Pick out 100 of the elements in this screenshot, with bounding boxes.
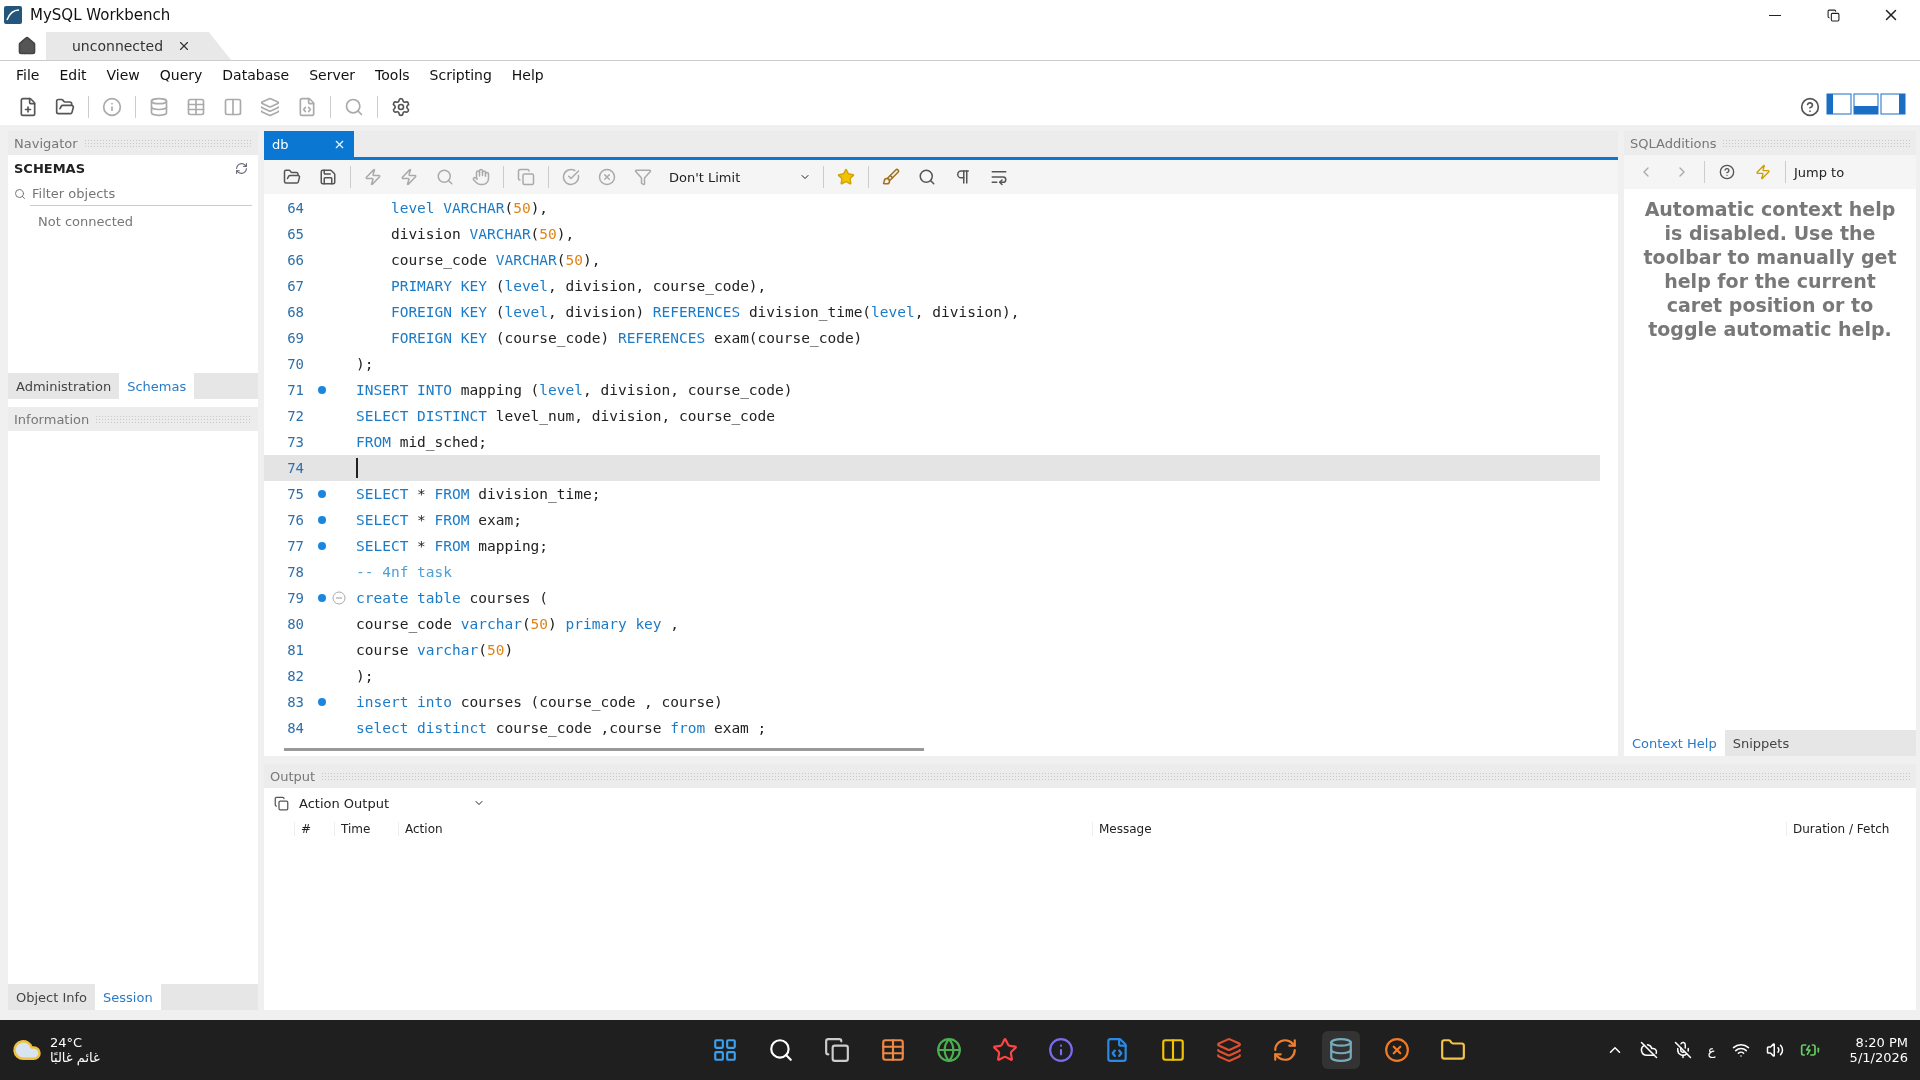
help-text: Automatic context help is disabled. Use the toolbar to manually get help for the current caret position or to toggle automatic help. <box>1642 197 1898 341</box>
menu-item[interactable]: Tools <box>365 62 420 88</box>
code-line: SELECT * FROM division_time; <box>356 486 601 502</box>
clock-date[interactable]: 5/1/2026 <box>1849 1050 1908 1065</box>
app-logo-icon <box>4 6 22 24</box>
wifi-icon[interactable] <box>1731 1041 1750 1059</box>
save-icon <box>319 168 337 186</box>
home-icon <box>17 36 37 56</box>
menu-item[interactable]: View <box>96 62 150 88</box>
layers-icon <box>260 97 280 117</box>
line-number: 83 <box>286 694 304 710</box>
panel-title: Navigator <box>14 135 78 151</box>
line-number: 76 <box>286 512 304 528</box>
row-limit-dropdown[interactable]: Don't Limit <box>665 165 815 189</box>
code-line: insert into courses (course_code , course) <box>356 694 723 710</box>
line-number: 74 <box>286 460 304 476</box>
code-line: FOREIGN KEY (course_code) REFERENCES exam(course_code) <box>389 330 863 346</box>
line-number: 73 <box>286 434 304 450</box>
column-header[interactable]: # <box>294 822 334 836</box>
fold-toggle-icon[interactable] <box>332 591 346 605</box>
volume-icon[interactable] <box>1765 1041 1784 1059</box>
table-icon <box>186 97 206 117</box>
code-line: course varchar(50) <box>356 642 514 658</box>
jump-to-label[interactable]: Jump to <box>1794 164 1845 180</box>
line-number: 67 <box>286 278 304 294</box>
code-line: division VARCHAR(50), <box>389 226 575 242</box>
menu-item[interactable]: Query <box>149 62 213 88</box>
code-line: SELECT DISTINCT level_num, division, course_code <box>356 408 776 424</box>
menu-item[interactable]: Server <box>299 62 366 88</box>
question-icon <box>1800 97 1820 117</box>
search-icon <box>436 168 454 186</box>
temperature: 24°C <box>50 1035 84 1050</box>
search-icon <box>344 97 364 117</box>
line-number: 68 <box>286 304 304 320</box>
open-folder-icon <box>55 97 75 117</box>
menu-item[interactable]: Scripting <box>419 62 502 88</box>
store-icon <box>879 1037 906 1063</box>
cloud-off-icon[interactable] <box>1639 1041 1658 1059</box>
language-indicator[interactable]: ع <box>1707 1042 1716 1058</box>
globe-icon <box>935 1037 962 1063</box>
connection-tab[interactable]: unconnected <box>46 32 232 60</box>
pilcrow-icon <box>954 168 972 186</box>
lightning-icon <box>1755 164 1771 180</box>
output-mode-dropdown[interactable]: Action Output <box>297 792 487 814</box>
code-line: ); <box>356 668 374 684</box>
open-folder-icon <box>283 168 301 186</box>
line-number: 71 <box>286 382 304 398</box>
connection-status: Not connected <box>37 213 134 231</box>
info-icon <box>1047 1037 1074 1063</box>
brush-icon <box>882 168 900 186</box>
menu-item[interactable]: Edit <box>49 62 97 88</box>
copy-icon[interactable] <box>274 795 289 811</box>
column-header[interactable]: Action <box>398 822 1092 836</box>
menu-item[interactable]: File <box>6 62 50 88</box>
line-number: 64 <box>286 200 304 216</box>
schemas-heading: SCHEMAS <box>14 160 86 176</box>
microphone-muted-icon[interactable] <box>1673 1041 1692 1059</box>
sidebar-tab[interactable]: Schemas <box>119 373 195 399</box>
line-number: 81 <box>286 642 304 658</box>
line-number: 77 <box>286 538 304 554</box>
code-line: PRIMARY KEY (level, division, course_code), <box>389 278 767 294</box>
panel-tab[interactable]: Context Help <box>1624 730 1725 756</box>
code-line: create table courses ( <box>356 590 549 606</box>
column-header[interactable]: Time <box>334 822 398 836</box>
taskbar-app[interactable] <box>1321 1031 1360 1069</box>
folder-icon <box>1439 1037 1466 1063</box>
question-icon <box>1719 164 1735 180</box>
code-line: FROM mid_sched; <box>356 434 487 450</box>
minimize-icon <box>1769 14 1781 16</box>
window-title: MySQL Workbench <box>30 6 172 24</box>
info-icon <box>102 97 122 117</box>
editor-tab[interactable]: db <box>264 131 354 157</box>
lightning-icon <box>400 168 418 186</box>
line-number: 79 <box>286 590 304 606</box>
scrollbar-thumb[interactable] <box>284 747 924 751</box>
refresh-icon[interactable] <box>235 161 248 175</box>
panel-title: Information <box>14 411 90 427</box>
text-caret <box>356 458 358 478</box>
line-number: 69 <box>286 330 304 346</box>
layout-toggle-icon[interactable] <box>1826 93 1906 115</box>
column-header[interactable]: Message <box>1092 822 1786 836</box>
menu-item[interactable]: Database <box>212 62 300 88</box>
restore-icon <box>1826 8 1840 22</box>
search-icon <box>767 1037 794 1063</box>
code-line: course_code VARCHAR(50), <box>389 252 601 268</box>
clock-time[interactable]: 8:20 PM <box>1855 1035 1908 1050</box>
line-number: 80 <box>286 616 304 632</box>
column-header[interactable]: Duration / Fetch <box>1786 822 1916 836</box>
menu-item[interactable]: Help <box>501 62 554 88</box>
panel-title: SQLAdditions <box>1630 135 1717 151</box>
code-line: select distinct course_code ,course from exam ; <box>356 720 767 736</box>
sidebar-tab[interactable]: Session <box>95 984 161 1010</box>
code-line: SELECT * FROM mapping; <box>356 538 549 554</box>
line-number: 78 <box>286 564 304 580</box>
wrap-text-icon <box>990 168 1008 186</box>
panel-title: Output <box>270 768 316 784</box>
weather-text: غائم غالبًا <box>50 1050 100 1065</box>
code-file-icon <box>297 97 317 117</box>
star-icon <box>991 1037 1018 1063</box>
columns-icon <box>223 97 243 117</box>
